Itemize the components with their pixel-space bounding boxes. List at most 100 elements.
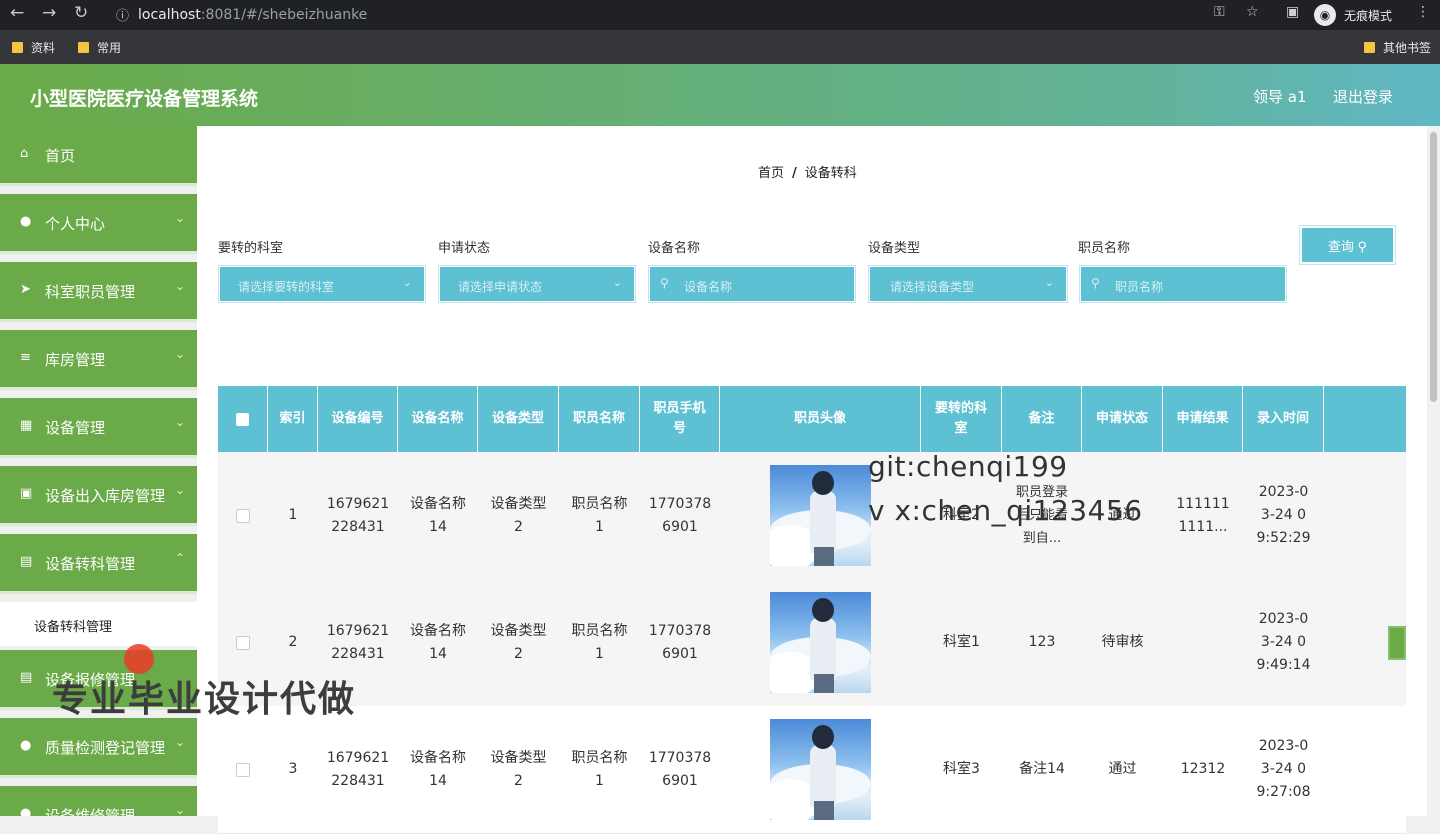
reload-icon[interactable]: ↻	[74, 3, 88, 23]
dept-label: 要转的科室	[218, 241, 284, 256]
user-icon: ●	[20, 806, 32, 816]
chevron-down-icon: ⌄	[402, 276, 412, 289]
grid-icon: ▦	[20, 418, 33, 433]
breadcrumb-current: 设备转科	[804, 166, 857, 181]
cell-time: 2023-03-24 09:27:08	[1256, 738, 1311, 800]
cell-result: 12312	[1180, 761, 1226, 777]
cell-index: 1	[288, 507, 298, 523]
chevron-down-icon: ⌄	[174, 279, 185, 293]
staff-avatar	[770, 465, 871, 566]
row-checkbox[interactable]	[236, 762, 250, 777]
browser-toolbar: ← → ↻ ⓘ localhost:8081/#/shebeizhuanke ⚿…	[0, 0, 1440, 30]
user-icon: ●	[20, 214, 32, 229]
row-action-button[interactable]	[1388, 626, 1406, 660]
chevron-down-icon: ⌄	[174, 415, 185, 429]
cell-name: 设备名称14	[410, 749, 466, 789]
chevron-down-icon: ⌄	[174, 211, 185, 225]
cell-status: 待审核	[1101, 634, 1144, 650]
cell-name: 设备名称14	[410, 622, 466, 662]
column-header: 职员手机号	[640, 386, 720, 452]
cell-note: 备注14	[1019, 761, 1065, 777]
menu-icon[interactable]: ⋮	[1416, 4, 1430, 20]
cell-staff: 职员名称1	[571, 495, 628, 535]
cell-type: 设备类型2	[490, 749, 547, 789]
key-icon[interactable]: ⚿	[1214, 4, 1225, 20]
sidebar-item-device-transfer[interactable]: ▤ 设备转科管理 ⌃	[0, 534, 197, 594]
sidebar-item-devices[interactable]: ▦ 设备管理 ⌄	[0, 398, 197, 458]
scrollbar[interactable]	[1427, 126, 1440, 816]
chevron-down-icon: ⌄	[174, 735, 185, 749]
cell-time: 2023-03-24 09:52:29	[1256, 484, 1311, 546]
staff-name-input[interactable]: ⚲ 职员名称	[1079, 265, 1287, 303]
sidepanel-icon[interactable]: ▣	[1286, 4, 1299, 20]
search-icon: ⚲	[1357, 238, 1368, 254]
query-button[interactable]: 查询 ⚲	[1299, 225, 1396, 265]
device-name-input[interactable]: ⚲ 设备名称	[648, 265, 856, 303]
cell-type: 设备类型2	[490, 622, 547, 662]
cell-phone: 17703786901	[648, 749, 712, 789]
folder-icon	[12, 42, 23, 53]
bookmark-folder[interactable]: 常用	[78, 39, 121, 56]
column-header: 设备编号	[318, 386, 398, 452]
forward-icon[interactable]: →	[42, 3, 56, 23]
cell-staff: 职员名称1	[571, 622, 628, 662]
cell-code: 1679621228431	[326, 495, 390, 535]
cell-name: 设备名称14	[410, 495, 466, 535]
column-header: 职员名称	[559, 386, 640, 452]
sidebar-subitem-device-transfer[interactable]: 设备转科管理	[0, 602, 197, 646]
back-icon[interactable]: ←	[10, 3, 24, 23]
cell-result: 1111111111...	[1176, 495, 1230, 535]
row-checkbox[interactable]	[236, 508, 250, 523]
staff-avatar	[770, 592, 871, 693]
row-checkbox[interactable]	[236, 635, 250, 650]
breadcrumb: 首页 / 设备转科	[758, 166, 857, 181]
dept-select[interactable]: 请选择要转的科室 ⌄	[218, 265, 426, 303]
table-row: 2 1679621228431 设备名称14 设备类型2 职员名称1 17703…	[218, 579, 1406, 707]
cell-code: 1679621228431	[326, 749, 390, 789]
breadcrumb-home[interactable]: 首页	[758, 166, 784, 181]
device-type-select[interactable]: 请选择设备类型 ⌄	[868, 265, 1068, 303]
table-row: 3 1679621228431 设备名称14 设备类型2 职员名称1 17703…	[218, 706, 1406, 834]
column-header: 索引	[268, 386, 318, 452]
column-header: 要转的科室	[921, 386, 1002, 452]
column-header: 备注	[1002, 386, 1082, 452]
incognito-icon[interactable]: ◉	[1314, 4, 1336, 26]
select-all-checkbox[interactable]	[236, 412, 249, 426]
sidebar-item-staff[interactable]: ➤ 科室职员管理 ⌄	[0, 262, 197, 322]
cell-dept: 科室3	[943, 761, 980, 777]
status-label: 申请状态	[438, 241, 491, 256]
sidebar-item-warehouse[interactable]: ≡ 库房管理 ⌄	[0, 330, 197, 390]
sidebar-item-quality-check[interactable]: ● 质量检测登记管理 ⌄	[0, 718, 197, 778]
chevron-down-icon: ⌄	[174, 347, 185, 361]
column-header: 设备名称	[398, 386, 478, 452]
sidebar-item-device-inout[interactable]: ▣ 设备出入库房管理 ⌄	[0, 466, 197, 526]
device-type-label: 设备类型	[868, 241, 921, 256]
column-header: 录入时间	[1243, 386, 1324, 452]
sidebar-item-home[interactable]: ⌂ 首页	[0, 126, 197, 186]
column-header: 申请结果	[1163, 386, 1243, 452]
bookmark-folder[interactable]: 资料	[12, 39, 55, 56]
chevron-down-icon: ⌄	[174, 803, 185, 816]
info-icon[interactable]: ⓘ	[116, 5, 129, 24]
send-icon: ➤	[20, 282, 31, 297]
star-icon[interactable]: ☆	[1246, 4, 1259, 20]
bookmarks-bar: 资料 常用 其他书签	[0, 30, 1440, 64]
watermark-ad: 专业毕业设计代做	[52, 679, 357, 720]
cell-result	[1163, 579, 1243, 706]
current-user: 领导 a1	[1253, 88, 1307, 106]
address-bar[interactable]: localhost:8081/#/shebeizhuanke	[138, 3, 1238, 27]
user-icon: ●	[20, 738, 32, 753]
folder-icon	[78, 42, 89, 53]
cell-staff: 职员名称1	[571, 749, 628, 789]
watermark-wechat: v x:chen_qi123456	[868, 494, 1143, 527]
cell-type: 设备类型2	[490, 495, 547, 535]
logout-link[interactable]: 退出登录	[1333, 86, 1393, 107]
sidebar-item-maintenance[interactable]: ● 设备维修管理 ⌄	[0, 786, 197, 816]
sidebar-item-profile[interactable]: ● 个人中心 ⌄	[0, 194, 197, 254]
chevron-down-icon: ⌄	[1044, 276, 1054, 289]
cell-index: 3	[288, 761, 298, 777]
cell-phone: 17703786901	[648, 622, 712, 662]
status-select[interactable]: 请选择申请状态 ⌄	[438, 265, 636, 303]
other-bookmarks[interactable]: 其他书签	[1364, 39, 1431, 56]
scrollbar-thumb[interactable]	[1430, 132, 1437, 402]
